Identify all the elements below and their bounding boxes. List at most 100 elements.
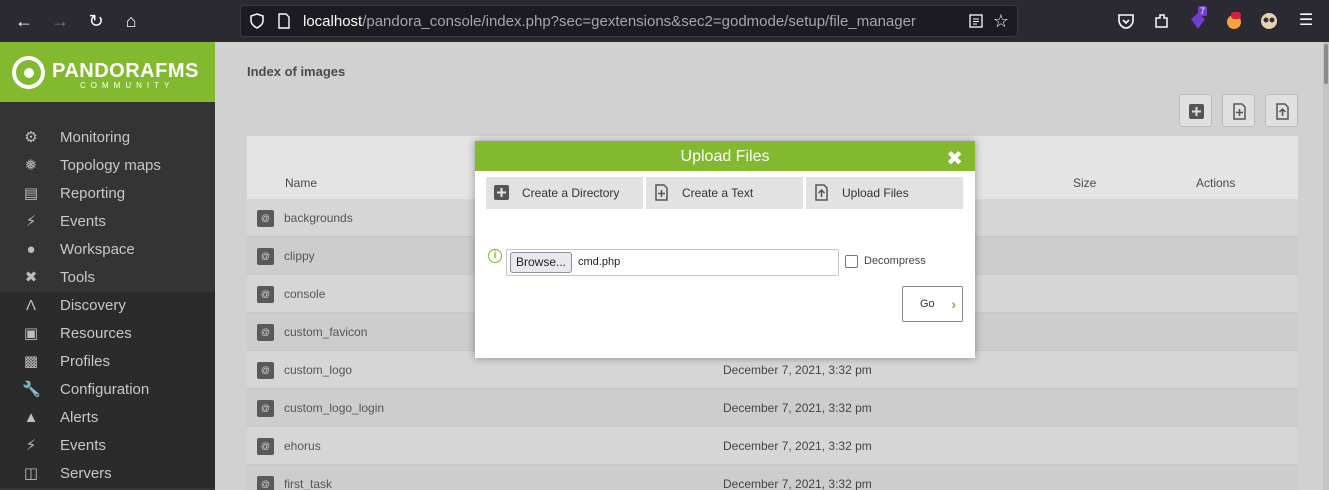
sidebar-item-configuration[interactable]: 🔧 Configuration (0, 376, 215, 404)
sidebar-item-servers[interactable]: ◫ Servers (0, 460, 215, 488)
hamburger-menu-icon[interactable]: ☰ (1294, 9, 1318, 33)
file-name[interactable]: clippy (284, 249, 315, 263)
sidebar-item-events-admin[interactable]: ⚡ Events (0, 432, 215, 460)
bookmark-star-icon[interactable]: ☆ (993, 11, 1009, 32)
file-name[interactable]: custom_logo (284, 363, 352, 377)
folder-plus-icon (494, 185, 509, 200)
sidebar-item-monitoring[interactable]: ⚙ Monitoring (0, 124, 215, 152)
file-date: December 7, 2021, 3:32 pm (723, 477, 872, 490)
close-icon[interactable]: ✖ (946, 146, 963, 171)
sidebar-item-workspace[interactable]: ● Workspace (0, 236, 215, 264)
dialog-header: Upload Files ✖ (475, 141, 975, 171)
create-text-button[interactable] (1222, 94, 1255, 127)
chart-icon: ▤ (23, 185, 39, 202)
go-button[interactable]: Go › (902, 286, 963, 322)
sidebar-item-topology-maps[interactable]: ❅ Topology maps (0, 152, 215, 180)
forward-button[interactable]: → (48, 9, 72, 33)
topology-icon: ❅ (24, 157, 38, 174)
column-header-name[interactable]: Name (285, 176, 317, 190)
url-text[interactable]: localhost/pandora_console/index.php?sec=… (303, 13, 916, 30)
extension-badge: 7 (1198, 6, 1208, 16)
file-name[interactable]: ehorus (284, 439, 321, 453)
folder-plus-icon (1189, 104, 1204, 119)
discovery-icon: Λ (25, 297, 37, 314)
file-date: December 7, 2021, 3:32 pm (723, 363, 872, 377)
browse-button[interactable]: Browse... (510, 252, 572, 273)
file-date: December 7, 2021, 3:32 pm (723, 439, 872, 453)
sidebar-item-label: Events (60, 213, 106, 230)
file-name[interactable]: custom_favicon (284, 325, 367, 339)
shield-icon[interactable] (249, 13, 265, 29)
profile-icon: ▩ (23, 353, 39, 370)
extensions-icon[interactable] (1152, 11, 1172, 31)
pocket-icon[interactable] (1116, 11, 1136, 31)
column-header-actions: Actions (1196, 176, 1236, 190)
sidebar-item-discovery[interactable]: Λ Discovery (0, 292, 215, 320)
sidebar-item-reporting[interactable]: ▤ Reporting (0, 180, 215, 208)
reload-button[interactable]: ↻ (84, 9, 108, 33)
sidebar-item-label: Events (60, 437, 106, 454)
tab-create-text[interactable]: Create a Text (646, 177, 803, 209)
logo-mark-icon (12, 56, 45, 89)
menu-group-management: Λ Discovery ▣ Resources ▩ Profiles 🔧 Configu… (0, 292, 215, 488)
extension-blocker-icon[interactable] (1224, 11, 1244, 31)
address-bar[interactable]: localhost/pandora_console/index.php?sec=… (240, 5, 1018, 37)
tab-label: Create a Text (682, 186, 754, 200)
file-name[interactable]: backgrounds (284, 211, 353, 225)
extension-purple-icon[interactable]: 7 (1188, 6, 1208, 31)
create-directory-button[interactable] (1179, 94, 1212, 127)
folder-icon: @ (257, 248, 274, 265)
tab-label: Create a Directory (522, 186, 620, 200)
page-scrollbar[interactable] (1323, 42, 1329, 490)
pandora-logo[interactable]: PANDORAFMS COMMUNITY (0, 42, 215, 102)
extension-owl-icon[interactable] (1259, 11, 1279, 31)
table-row[interactable]: @ ehorus December 7, 2021, 3:32 pm (247, 427, 1298, 465)
sidebar-item-label: Servers (60, 465, 112, 482)
sidebar-item-label: Reporting (60, 185, 126, 202)
folder-icon: @ (257, 438, 274, 455)
folder-icon: @ (257, 286, 274, 303)
table-row[interactable]: @ first_task December 7, 2021, 3:32 pm (247, 465, 1298, 490)
file-input[interactable]: Browse... cmd.php (506, 249, 839, 276)
decompress-checkbox[interactable] (845, 255, 858, 268)
table-row[interactable]: @ custom_logo_login December 7, 2021, 3:32… (247, 389, 1298, 427)
sidebar-item-label: Configuration (60, 381, 150, 398)
folder-icon: @ (257, 210, 274, 227)
sidebar-item-label: Tools (60, 269, 96, 286)
back-button[interactable]: ← (12, 9, 36, 33)
reader-view-icon[interactable] (969, 14, 983, 28)
decompress-label: Decompress (864, 255, 926, 267)
wrench-icon: 🔧 (22, 381, 41, 398)
user-icon: ● (26, 241, 36, 258)
sidebar-item-alerts[interactable]: ▲ Alerts (0, 404, 215, 432)
sidebar-item-resources[interactable]: ▣ Resources (0, 320, 215, 348)
upload-files-button[interactable] (1265, 94, 1298, 127)
file-date: December 7, 2021, 3:32 pm (723, 401, 872, 415)
go-button-label: Go (920, 298, 935, 310)
sidebar-item-label: Resources (60, 325, 132, 342)
tab-upload-files[interactable]: Upload Files (806, 177, 963, 209)
folder-icon: @ (257, 324, 274, 341)
upload-files-dialog: Upload Files ✖ Create a Directory Create… (475, 141, 975, 358)
menu-group-operation: ⚙ Monitoring ❅ Topology maps ▤ Reporting ⚡ E… (0, 124, 215, 292)
file-name[interactable]: console (284, 287, 325, 301)
sidebar-item-profiles[interactable]: ▩ Profiles (0, 348, 215, 376)
page-icon[interactable] (277, 13, 291, 29)
sidebar-item-events[interactable]: ⚡ Events (0, 208, 215, 236)
folder-icon: @ (257, 362, 274, 379)
scrollbar-thumb[interactable] (1324, 44, 1328, 84)
dialog-title: Upload Files (680, 148, 770, 165)
pulse-icon: ⚙ (24, 129, 38, 146)
file-name[interactable]: custom_logo_login (284, 401, 384, 415)
browser-toolbar: ← → ↻ ⌂ localhost/pandora_console/index.… (0, 0, 1329, 42)
home-button[interactable]: ⌂ (119, 9, 143, 33)
page-title: Index of images (247, 64, 346, 79)
tab-create-directory[interactable]: Create a Directory (486, 177, 643, 209)
file-name[interactable]: first_task (284, 477, 332, 490)
sidebar-item-label: Workspace (60, 241, 135, 258)
file-plus-icon (655, 184, 668, 201)
sidebar-item-tools[interactable]: ✖ Tools (0, 264, 215, 292)
column-header-size[interactable]: Size (1073, 176, 1096, 190)
folder-icon: @ (257, 400, 274, 417)
info-icon[interactable]: i (488, 249, 502, 263)
